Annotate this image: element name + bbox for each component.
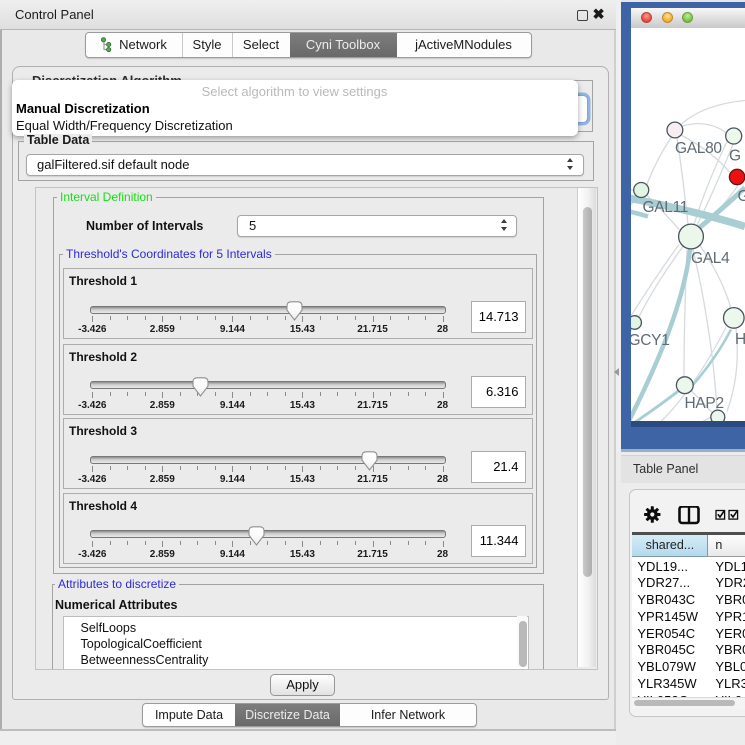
svg-text:G: G	[729, 147, 741, 164]
svg-text:GAL80: GAL80	[675, 140, 722, 157]
svg-text:HAP2: HAP2	[685, 395, 724, 412]
svg-text:H: H	[735, 331, 745, 348]
svg-text:GCY1: GCY1	[631, 332, 670, 349]
svg-text:G: G	[738, 188, 745, 205]
svg-text:GAL11: GAL11	[643, 199, 689, 216]
svg-text:GAL4: GAL4	[691, 250, 730, 267]
